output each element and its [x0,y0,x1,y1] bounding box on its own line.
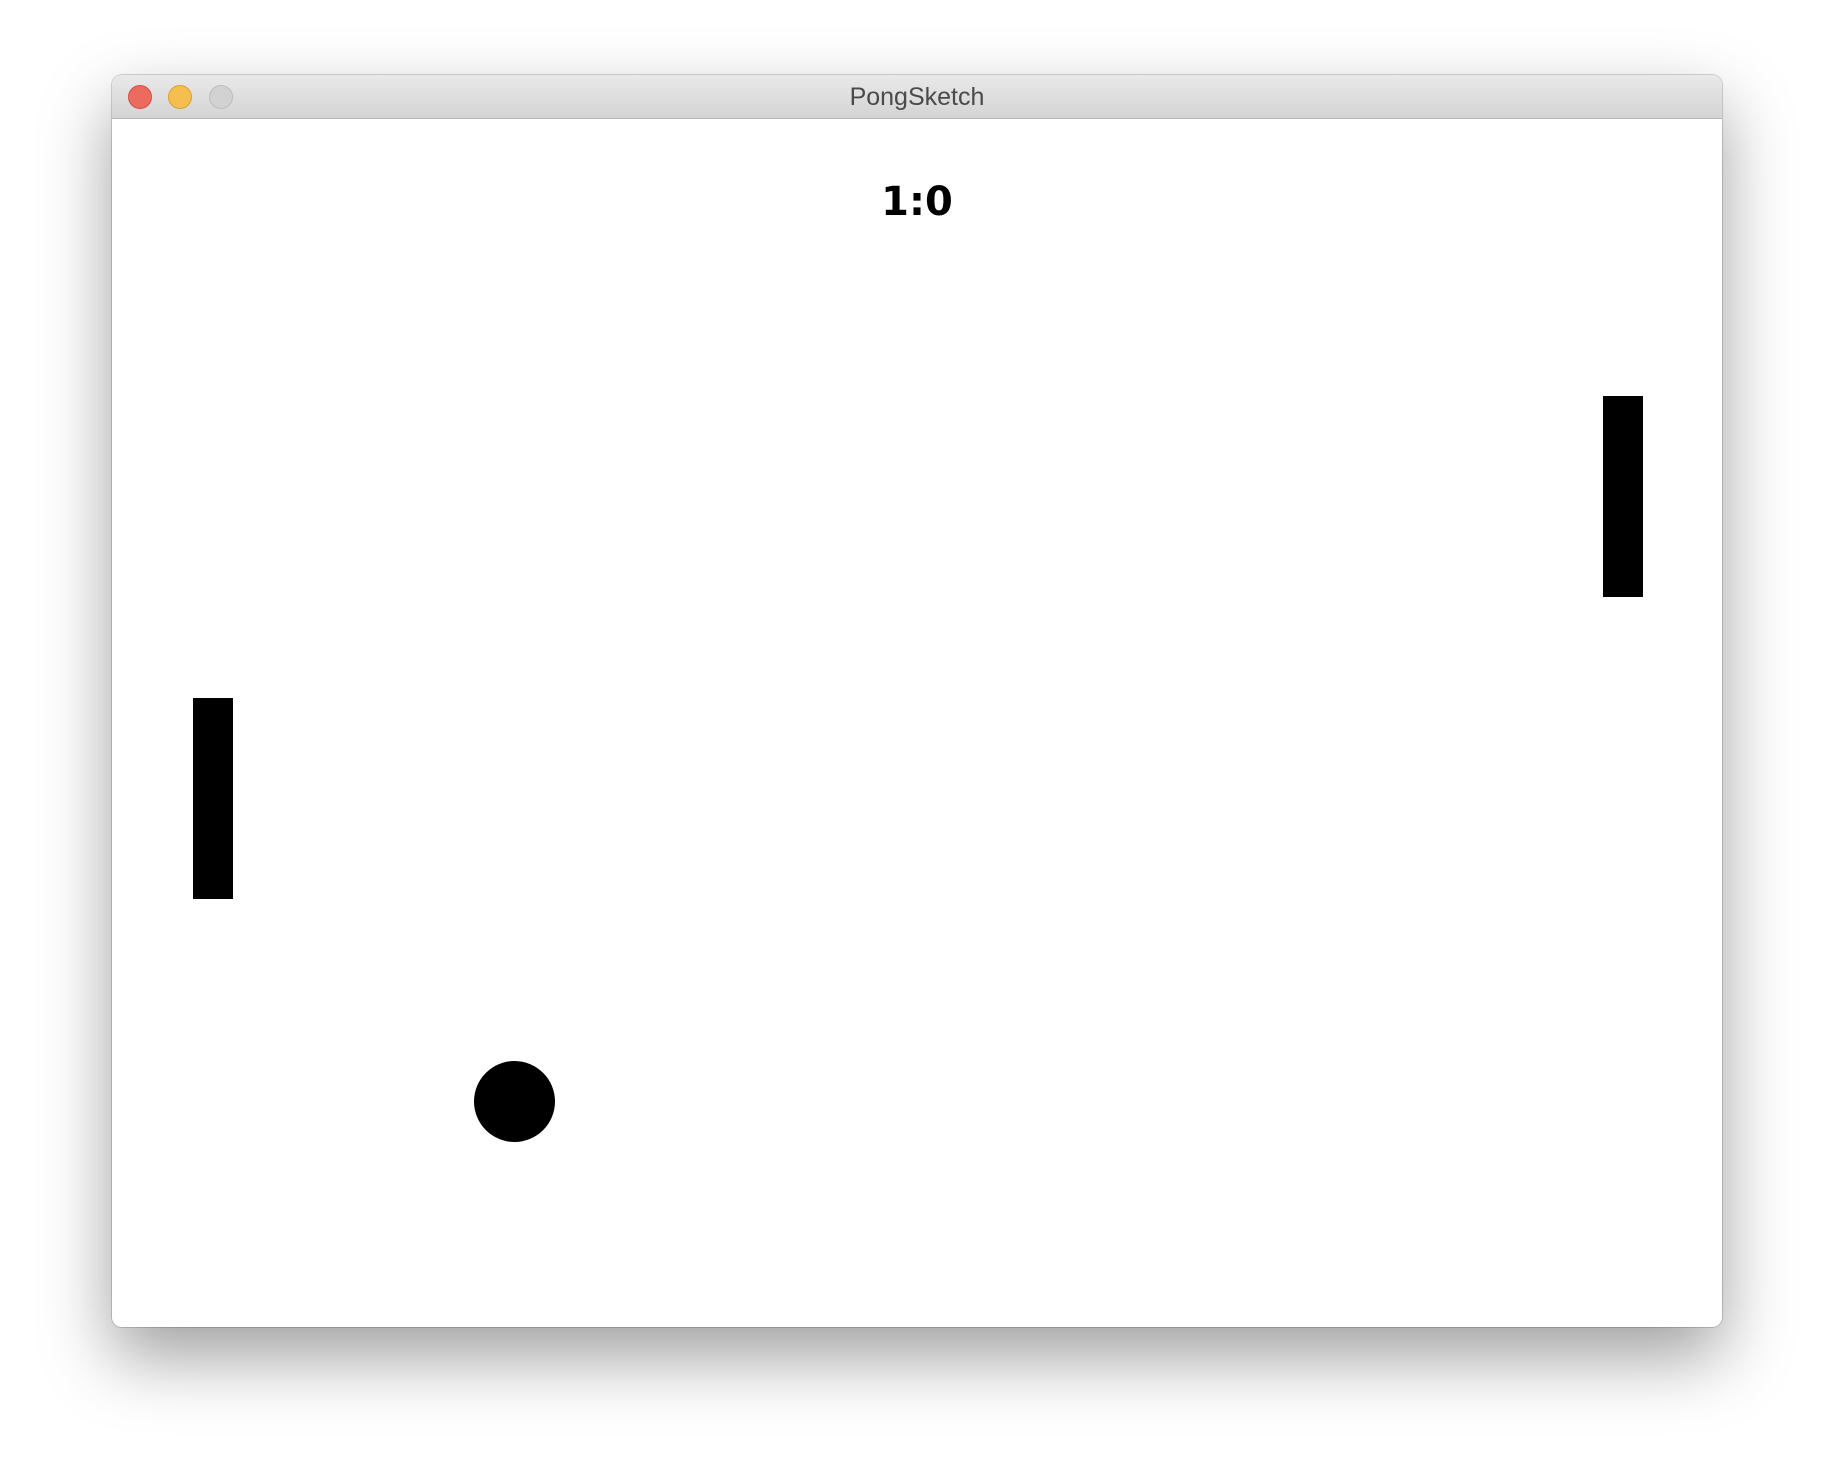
desktop: PongSketch 1:0 [0,0,1824,1468]
game-canvas[interactable]: 1:0 [112,119,1722,1327]
title-bar[interactable]: PongSketch [112,75,1722,119]
window-title: PongSketch [849,83,985,111]
score-display: 1:0 [881,179,953,225]
app-window: PongSketch 1:0 [112,75,1722,1327]
left-paddle [193,698,233,899]
right-paddle [1603,396,1643,597]
ball [474,1061,555,1142]
